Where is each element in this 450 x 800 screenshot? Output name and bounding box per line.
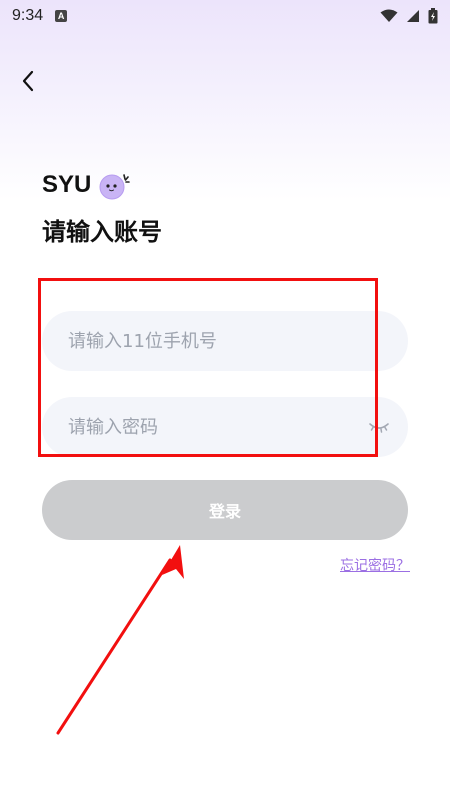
login-button[interactable]: 登录	[42, 480, 408, 540]
status-time: 9:34	[12, 7, 44, 24]
back-button[interactable]	[14, 66, 42, 96]
phone-field[interactable]	[42, 311, 408, 371]
phone-input[interactable]	[42, 311, 408, 371]
brand-name: SYU	[42, 171, 92, 198]
wifi-icon	[380, 9, 398, 22]
page-title: 请输入账号	[42, 218, 162, 246]
chevron-left-icon	[22, 70, 34, 92]
eye-closed-icon[interactable]	[368, 420, 390, 434]
forgot-password-link[interactable]: 忘记密码？	[340, 555, 410, 575]
password-field[interactable]	[42, 397, 408, 457]
battery-icon	[428, 8, 438, 24]
cell-signal-icon	[407, 10, 419, 22]
brand: SYU	[42, 170, 131, 200]
status-bar: 9:34 A	[0, 0, 450, 32]
mascot-icon	[99, 174, 131, 200]
app-notification-icon: A	[55, 10, 68, 22]
password-input[interactable]	[42, 397, 408, 457]
status-icons	[380, 8, 438, 24]
